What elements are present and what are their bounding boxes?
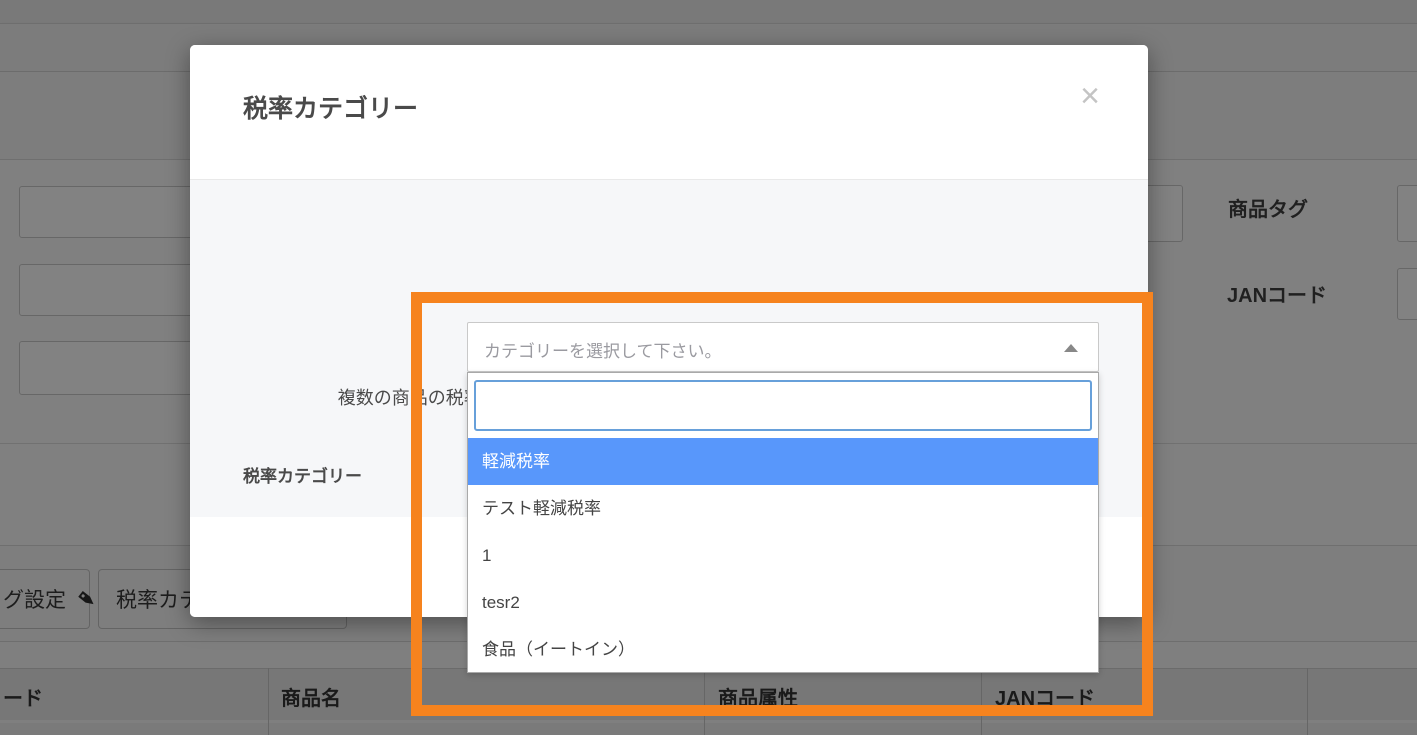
select-options-list: 軽減税率 テスト軽減税率 1 tesr2 食品（イートイン）: [468, 438, 1098, 673]
chevron-up-icon: [1064, 344, 1078, 352]
select-search-input[interactable]: [474, 380, 1092, 431]
select-placeholder: カテゴリーを選択して下さい。: [484, 342, 722, 361]
screen: 商品タグ JANコード グ設定 税率カテ ード 商品名 商品属性 JANコード …: [0, 0, 1417, 735]
tax-category-select[interactable]: カテゴリーを選択して下さい。: [467, 322, 1099, 372]
select-dropdown-panel: 軽減税率 テスト軽減税率 1 tesr2 食品（イートイン）: [467, 372, 1099, 673]
select-option-keigen[interactable]: 軽減税率: [468, 438, 1098, 485]
modal-header: 税率カテゴリー ×: [190, 45, 1148, 180]
select-option-1[interactable]: 1: [468, 532, 1098, 579]
modal-title: 税率カテゴリー: [243, 95, 419, 123]
select-option-test-keigen[interactable]: テスト軽減税率: [468, 485, 1098, 532]
select-option-food-eatin[interactable]: 食品（イートイン）: [468, 626, 1098, 673]
tax-category-field-label: 税率カテゴリー: [243, 467, 362, 486]
select-option-tesr2[interactable]: tesr2: [468, 579, 1098, 626]
close-icon[interactable]: ×: [1080, 79, 1100, 113]
